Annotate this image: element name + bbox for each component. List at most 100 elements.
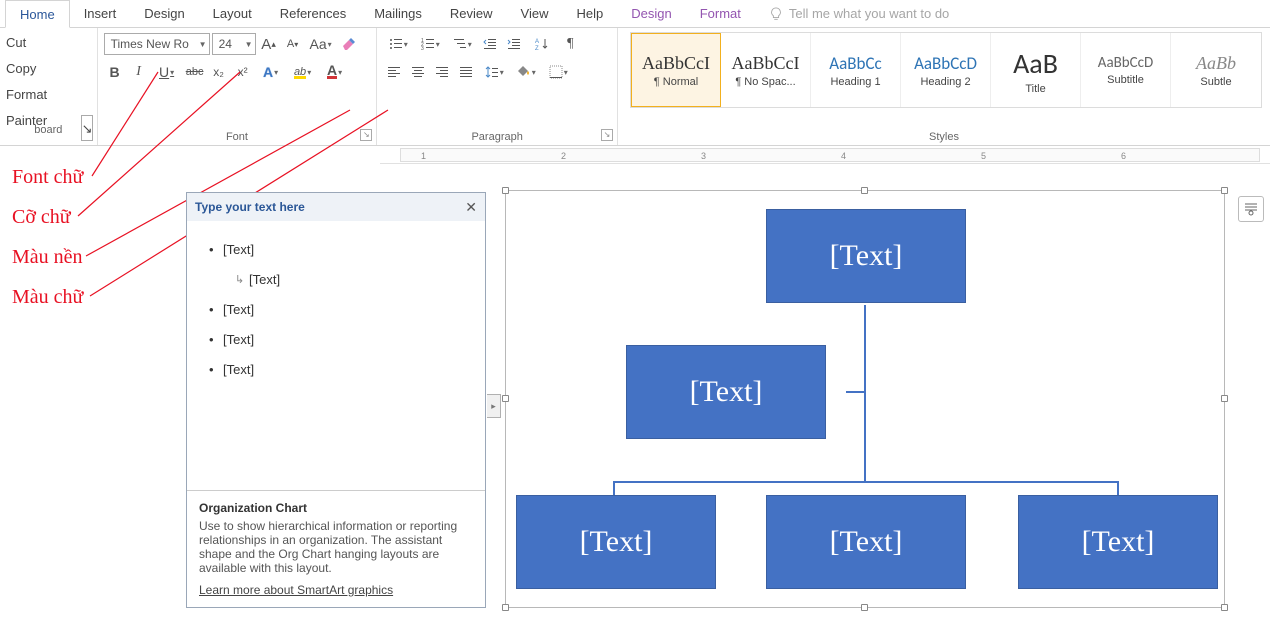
- tab-smartart-design[interactable]: Design: [617, 0, 685, 28]
- resize-handle[interactable]: [502, 395, 509, 402]
- tab-mailings[interactable]: Mailings: [360, 0, 436, 28]
- borders-button[interactable]: ▾: [543, 61, 573, 83]
- multilevel-list-button[interactable]: ▾: [447, 33, 477, 55]
- ruler-mark: 3: [701, 151, 706, 161]
- annotation-font: Font chữ: [12, 166, 83, 189]
- tab-layout[interactable]: Layout: [199, 0, 266, 28]
- text-pane-body[interactable]: [Text] [Text] [Text] [Text] [Text]: [187, 221, 485, 490]
- change-case-button[interactable]: Aa▾: [306, 33, 336, 55]
- text-pane-toggle[interactable]: ▸: [487, 394, 501, 418]
- tab-help[interactable]: Help: [562, 0, 617, 28]
- resize-handle[interactable]: [861, 187, 868, 194]
- org-node-child[interactable]: [Text]: [766, 495, 966, 589]
- align-right-button[interactable]: [431, 61, 453, 83]
- copy-button[interactable]: Copy: [6, 56, 91, 82]
- shading-button[interactable]: ▾: [511, 61, 541, 83]
- cut-button[interactable]: Cut: [6, 30, 91, 56]
- subscript-button[interactable]: x₂: [208, 61, 230, 83]
- resize-handle[interactable]: [1221, 187, 1228, 194]
- style-title[interactable]: AaBTitle: [991, 33, 1081, 107]
- org-node-child[interactable]: [Text]: [1018, 495, 1218, 589]
- justify-button[interactable]: [455, 61, 477, 83]
- bold-button[interactable]: B: [104, 61, 126, 83]
- tab-references[interactable]: References: [266, 0, 360, 28]
- paragraph-group: ▾ 123▾ ▾ AZ ¶ ▾ ▾ ▾ Paragraph ↘: [377, 28, 618, 145]
- font-size-combo[interactable]: 24▼: [212, 33, 256, 55]
- superscript-button[interactable]: x²: [232, 61, 254, 83]
- text-pane-footer: Organization Chart Use to show hierarchi…: [187, 490, 485, 607]
- org-node-root[interactable]: [Text]: [766, 209, 966, 303]
- grow-font-button[interactable]: A▴: [258, 33, 280, 55]
- clear-formatting-button[interactable]: [338, 33, 360, 55]
- style-no-spacing[interactable]: AaBbCcI¶ No Spac...: [721, 33, 811, 107]
- annotation-color: Màu chữ: [12, 286, 83, 309]
- font-name-combo[interactable]: Times New Ro▼: [104, 33, 210, 55]
- format-painter-button[interactable]: Format Painter: [6, 82, 91, 108]
- clipboard-dialog-launcher[interactable]: ↘: [81, 115, 93, 141]
- increase-indent-button[interactable]: [503, 33, 525, 55]
- align-left-button[interactable]: [383, 61, 405, 83]
- tab-smartart-format[interactable]: Format: [686, 0, 755, 28]
- text-pane-item[interactable]: [Text]: [223, 355, 475, 385]
- line-spacing-button[interactable]: ▾: [479, 61, 509, 83]
- ruler-mark: 2: [561, 151, 566, 161]
- text-pane-header: Type your text here ✕: [187, 193, 485, 221]
- style-subtle[interactable]: AaBbSubtle: [1171, 33, 1261, 107]
- shrink-font-button[interactable]: A▾: [282, 33, 304, 55]
- tab-view[interactable]: View: [507, 0, 563, 28]
- tab-insert[interactable]: Insert: [70, 0, 131, 28]
- resize-handle[interactable]: [861, 604, 868, 611]
- italic-button[interactable]: I: [128, 61, 150, 83]
- svg-text:A: A: [535, 39, 539, 45]
- underline-button[interactable]: U▾: [152, 61, 182, 83]
- paragraph-dialog-launcher[interactable]: ↘: [601, 129, 613, 141]
- org-node-assistant[interactable]: [Text]: [626, 345, 826, 439]
- ruler-mark: 1: [421, 151, 426, 161]
- bullets-button[interactable]: ▾: [383, 33, 413, 55]
- org-node-child[interactable]: [Text]: [516, 495, 716, 589]
- font-group-label: Font: [98, 131, 377, 143]
- tell-me-search[interactable]: Tell me what you want to do: [769, 6, 949, 21]
- styles-gallery[interactable]: AaBbCcI¶ Normal AaBbCcI¶ No Spac... AaBb…: [630, 32, 1262, 108]
- decrease-indent-button[interactable]: [479, 33, 501, 55]
- style-heading1[interactable]: AaBbCcHeading 1: [811, 33, 901, 107]
- text-effects-button[interactable]: A▾: [256, 61, 286, 83]
- align-center-button[interactable]: [407, 61, 429, 83]
- tab-review[interactable]: Review: [436, 0, 507, 28]
- text-pane-item[interactable]: [Text]: [223, 325, 475, 355]
- text-pane-item[interactable]: [Text]: [223, 295, 475, 325]
- annotation-size: Cỡ chữ: [12, 206, 71, 229]
- layout-options-button[interactable]: [1238, 196, 1264, 222]
- close-icon[interactable]: ✕: [465, 199, 477, 216]
- resize-handle[interactable]: [1221, 395, 1228, 402]
- numbering-button[interactable]: 123▾: [415, 33, 445, 55]
- show-marks-button[interactable]: ¶: [559, 33, 581, 55]
- font-dialog-launcher[interactable]: ↘: [360, 129, 372, 141]
- resize-handle[interactable]: [502, 187, 509, 194]
- tell-me-placeholder: Tell me what you want to do: [789, 6, 949, 21]
- tab-design[interactable]: Design: [130, 0, 198, 28]
- style-heading2[interactable]: AaBbCcDHeading 2: [901, 33, 991, 107]
- paragraph-group-label: Paragraph: [377, 131, 617, 143]
- connector: [864, 305, 866, 481]
- style-normal[interactable]: AaBbCcI¶ Normal: [631, 33, 721, 107]
- highlight-color-button[interactable]: ab▾: [288, 61, 318, 83]
- style-subtitle[interactable]: AaBbCcDSubtitle: [1081, 33, 1171, 107]
- svg-text:Z: Z: [535, 46, 539, 51]
- connector: [846, 391, 864, 393]
- text-pane-item[interactable]: [Text]: [249, 265, 475, 295]
- tab-home[interactable]: Home: [5, 0, 70, 28]
- horizontal-ruler[interactable]: 1 2 3 4 5 6: [380, 146, 1270, 164]
- sort-button[interactable]: AZ: [527, 33, 557, 55]
- smartart-canvas[interactable]: [Text] [Text] [Text] [Text] [Text]: [505, 190, 1225, 608]
- resize-handle[interactable]: [502, 604, 509, 611]
- text-pane-item[interactable]: [Text]: [223, 235, 475, 265]
- styles-group-label: Styles: [618, 131, 1270, 143]
- strikethrough-button[interactable]: abc: [184, 61, 206, 83]
- learn-more-link[interactable]: Learn more about SmartArt graphics: [199, 583, 393, 597]
- ruler-mark: 6: [1121, 151, 1126, 161]
- svg-text:3: 3: [421, 46, 424, 51]
- resize-handle[interactable]: [1221, 604, 1228, 611]
- ribbon-tabs: Home Insert Design Layout References Mai…: [0, 0, 1270, 28]
- font-color-button[interactable]: A▾: [320, 61, 350, 83]
